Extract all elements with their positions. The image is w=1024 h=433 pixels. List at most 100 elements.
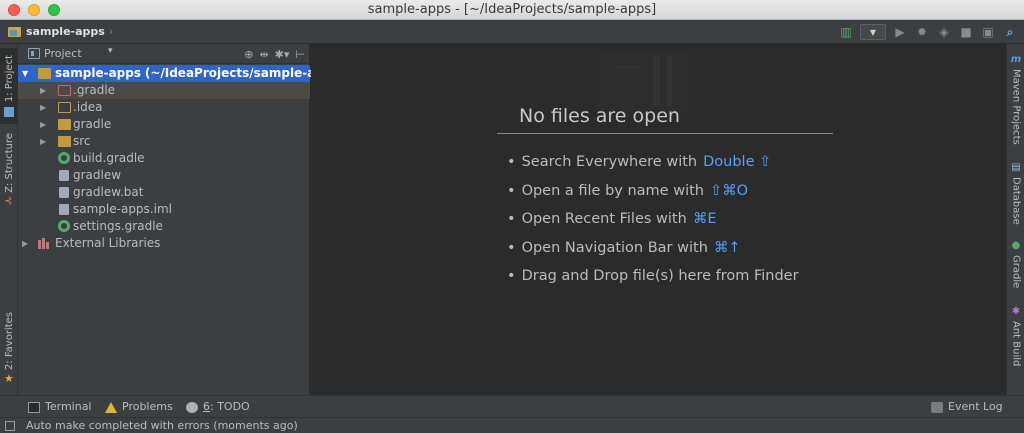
tab-database-label: Database xyxy=(1010,177,1022,225)
editor-area[interactable]: No files are open • Search Everywhere wit… xyxy=(311,44,1006,395)
gradle-file-icon xyxy=(58,220,70,232)
folder-icon xyxy=(58,102,71,113)
collapse-all-icon[interactable]: ⇹ xyxy=(259,48,268,61)
tree-item-idea[interactable]: ▶ .idea xyxy=(18,99,310,116)
tab-todo[interactable]: 6: TODO xyxy=(186,399,250,415)
tab-maven-label: Maven Projects xyxy=(1010,69,1022,145)
tab-gradle[interactable]: ● Gradle xyxy=(1007,240,1024,288)
scroll-from-source-icon[interactable]: ⊕ xyxy=(244,48,253,61)
breadcrumb-separator: › xyxy=(108,25,114,38)
tree-item-label: sample-apps.iml xyxy=(73,202,172,216)
project-view-icon xyxy=(28,48,40,59)
tree-item-label: gradlew xyxy=(73,168,122,182)
window-title: sample-apps - [~/IdeaProjects/sample-app… xyxy=(367,2,657,17)
tree-item-label: build.gradle xyxy=(73,151,145,165)
folder-icon xyxy=(58,119,71,130)
tab-favorites[interactable]: 2: Favorites ★ xyxy=(0,308,18,388)
tree-item-gradlew[interactable]: gradlew xyxy=(18,167,310,184)
file-icon xyxy=(59,187,69,198)
project-tree: ▼ sample-apps (~/IdeaProjects/sample-app… xyxy=(18,65,345,252)
tab-gradle-label: Gradle xyxy=(1010,255,1022,289)
collapsed-arrow-icon[interactable]: ▶ xyxy=(40,133,46,150)
todo-icon xyxy=(186,401,198,413)
coverage-icon[interactable]: ◈ xyxy=(936,24,952,40)
collapsed-arrow-icon[interactable]: ▶ xyxy=(40,99,46,116)
tree-item-gradle[interactable]: ▶ gradle xyxy=(18,116,310,133)
project-folder-icon xyxy=(8,27,21,37)
project-panel-header: Project ▾ ⊕ ⇹ ✱▾ ⊢ xyxy=(18,44,309,64)
tab-structure[interactable]: Z: Structure ⊰ xyxy=(0,130,18,210)
divider xyxy=(497,133,833,134)
tree-item-gradlew-bat[interactable]: gradlew.bat xyxy=(18,184,310,201)
sdk-icon[interactable]: ▣ xyxy=(980,24,996,40)
hint-open-file: • Open a file by name with ⇧⌘O xyxy=(507,182,749,199)
terminal-icon xyxy=(28,401,40,413)
tree-item-label: .gradle xyxy=(73,83,116,97)
breadcrumb[interactable]: sample-apps › xyxy=(8,24,113,40)
hint-drag-drop: • Drag and Drop file(s) here from Finder xyxy=(507,268,799,284)
tab-maven-projects[interactable]: m Maven Projects xyxy=(1007,54,1024,145)
hint-navigation-bar: • Open Navigation Bar with ⌘↑ xyxy=(507,239,741,256)
tab-event-log[interactable]: Event Log xyxy=(931,399,1003,415)
tree-item-build-gradle[interactable]: build.gradle xyxy=(18,150,310,167)
project-view-selector[interactable]: Project xyxy=(44,47,82,60)
chevron-down-icon[interactable]: ▾ xyxy=(108,46,113,56)
zoom-window-icon[interactable] xyxy=(48,4,60,16)
tab-todo-label: 6: TODO xyxy=(203,400,250,413)
empty-editor-hints: • Search Everywhere with Double ⇧ • Open a … xyxy=(507,151,799,294)
tool-windows-toggle-icon[interactable] xyxy=(5,421,15,431)
tree-item-label: gradle xyxy=(73,117,112,131)
tree-item-src[interactable]: ▶ src xyxy=(18,133,310,150)
tree-item-gradle-hidden[interactable]: ▶ .gradle xyxy=(18,82,310,99)
tree-item-label: .idea xyxy=(73,100,103,114)
maven-icon: m xyxy=(1010,54,1022,65)
tab-problems-label: Problems xyxy=(122,400,173,413)
stop-icon[interactable]: ■ xyxy=(958,24,974,40)
module-folder-icon xyxy=(38,68,51,79)
tree-item-iml[interactable]: sample-apps.iml xyxy=(18,201,310,218)
expanded-arrow-icon[interactable]: ▼ xyxy=(22,65,28,82)
tree-item-settings-gradle[interactable]: settings.gradle xyxy=(18,218,310,235)
breadcrumb-label: sample-apps xyxy=(26,25,105,38)
status-bar: Auto make completed with errors (moments… xyxy=(0,417,1024,433)
shortcut-key: ⌘↑ xyxy=(713,239,741,256)
module-file-icon xyxy=(59,204,69,215)
left-tool-strip: 1: Project Z: Structure ⊰ 2: Favorites ★ xyxy=(0,44,18,395)
navigation-bar: sample-apps › ▥ ▼ ▶ ✹ ◈ ■ ▣ ⌕ xyxy=(0,20,1024,44)
ide-watermark-icon xyxy=(600,52,688,112)
make-icon[interactable]: ▥ xyxy=(838,24,854,40)
shortcut-key: ⌘E xyxy=(692,211,717,227)
event-log-icon xyxy=(931,401,943,413)
structure-icon: ⊰ xyxy=(4,195,13,207)
collapsed-arrow-icon[interactable]: ▶ xyxy=(22,235,28,252)
tab-problems[interactable]: Problems xyxy=(105,399,173,415)
shortcut-key: Double ⇧ xyxy=(703,154,772,170)
hint-recent-files: • Open Recent Files with ⌘E xyxy=(507,211,717,227)
tab-database[interactable]: ▤ Database xyxy=(1007,162,1024,225)
gradle-file-icon xyxy=(58,152,70,164)
tab-project[interactable]: 1: Project xyxy=(0,48,18,124)
database-icon: ▤ xyxy=(1011,162,1021,173)
bottom-tool-bar: Terminal Problems 6: TODO Event Log xyxy=(0,395,1024,417)
tree-item-external-libraries[interactable]: ▶ External Libraries xyxy=(18,235,310,252)
collapsed-arrow-icon[interactable]: ▶ xyxy=(40,82,46,99)
close-window-icon[interactable] xyxy=(8,4,20,16)
shortcut-key: ⇧⌘O xyxy=(709,182,749,199)
star-icon: ★ xyxy=(4,372,14,386)
gear-icon[interactable]: ✱▾ xyxy=(275,48,290,61)
debug-icon[interactable]: ✹ xyxy=(914,24,930,40)
tree-root-sample-apps[interactable]: ▼ sample-apps (~/IdeaProjects/sample-app… xyxy=(18,65,345,82)
gradle-icon: ● xyxy=(1011,240,1021,251)
tab-ant-build[interactable]: ✱ Ant Build xyxy=(1007,306,1024,366)
tree-item-label: gradlew.bat xyxy=(73,185,144,199)
tree-item-label: settings.gradle xyxy=(73,219,163,233)
run-config-dropdown[interactable]: ▼ xyxy=(860,24,886,40)
folder-icon xyxy=(58,85,71,96)
search-icon[interactable]: ⌕ xyxy=(1002,24,1018,40)
run-icon[interactable]: ▶ xyxy=(892,24,908,40)
minimize-window-icon[interactable] xyxy=(28,4,40,16)
status-message[interactable]: Auto make completed with errors (moments… xyxy=(26,419,298,433)
tab-terminal[interactable]: Terminal xyxy=(28,399,92,415)
collapsed-arrow-icon[interactable]: ▶ xyxy=(40,116,46,133)
hide-panel-icon[interactable]: ⊢ xyxy=(295,48,305,61)
